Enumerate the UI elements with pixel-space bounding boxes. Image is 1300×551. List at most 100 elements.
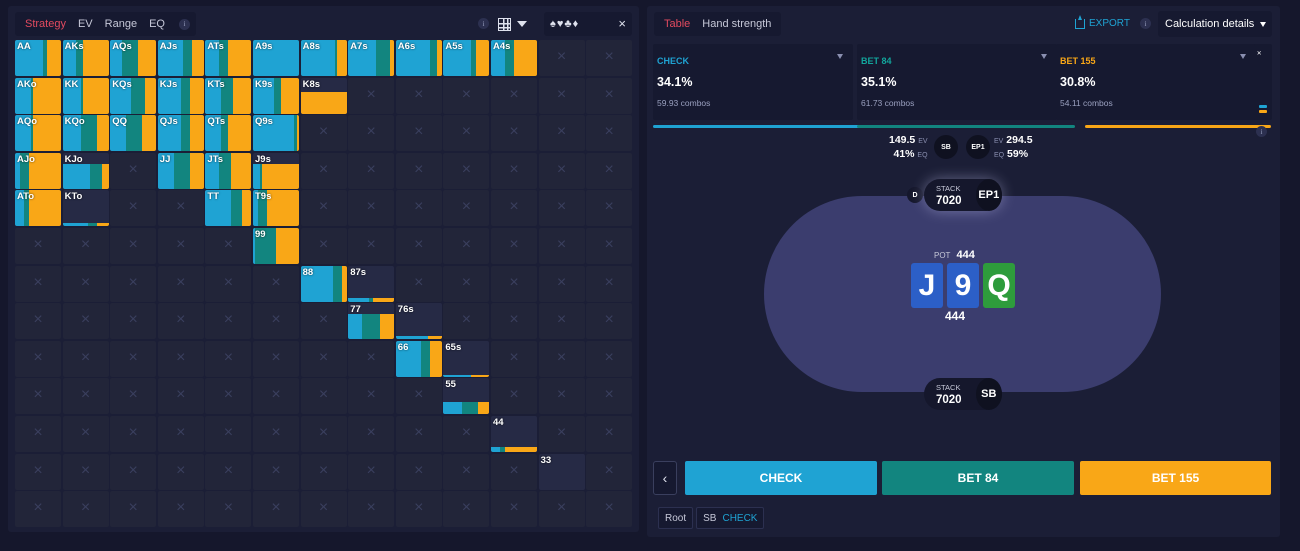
hand-cell[interactable]: 66: [395, 340, 442, 377]
info-icon[interactable]: i: [1256, 126, 1267, 137]
empty-hand-cell[interactable]: [395, 491, 442, 528]
empty-hand-cell[interactable]: [395, 378, 442, 415]
empty-hand-cell[interactable]: [15, 265, 61, 302]
empty-hand-cell[interactable]: [205, 228, 252, 264]
hand-cell[interactable]: JTs: [205, 152, 252, 189]
empty-hand-cell[interactable]: [110, 378, 157, 415]
empty-hand-cell[interactable]: [300, 416, 347, 452]
empty-hand-cell[interactable]: [538, 303, 585, 340]
empty-hand-cell[interactable]: [443, 265, 490, 302]
empty-hand-cell[interactable]: [348, 378, 395, 415]
hand-cell[interactable]: AKs: [62, 40, 109, 76]
empty-hand-cell[interactable]: [395, 265, 442, 302]
hand-cell[interactable]: 99: [253, 228, 299, 264]
hand-cell[interactable]: A9s: [253, 40, 299, 76]
empty-hand-cell[interactable]: [586, 265, 633, 302]
empty-hand-cell[interactable]: [157, 378, 204, 415]
empty-hand-cell[interactable]: [348, 416, 395, 452]
empty-hand-cell[interactable]: [586, 40, 633, 76]
previous-button[interactable]: ‹: [653, 461, 677, 495]
empty-hand-cell[interactable]: [538, 190, 585, 227]
spade-icon[interactable]: ♠: [550, 18, 556, 30]
empty-hand-cell[interactable]: [538, 115, 585, 152]
filter-icon[interactable]: [1041, 54, 1047, 59]
empty-hand-cell[interactable]: [15, 228, 61, 264]
empty-hand-cell[interactable]: [348, 152, 395, 189]
hand-cell[interactable]: 76s: [395, 303, 442, 340]
empty-hand-cell[interactable]: [110, 303, 157, 340]
hand-cell[interactable]: AKo: [15, 77, 61, 114]
empty-hand-cell[interactable]: [62, 378, 109, 415]
hand-cell[interactable]: 33: [538, 453, 585, 490]
empty-hand-cell[interactable]: [62, 265, 109, 302]
empty-hand-cell[interactable]: [300, 115, 347, 152]
empty-hand-cell[interactable]: [443, 416, 490, 452]
empty-hand-cell[interactable]: [443, 228, 490, 264]
hand-cell[interactable]: KK: [62, 77, 109, 114]
empty-hand-cell[interactable]: [538, 265, 585, 302]
empty-hand-cell[interactable]: [395, 77, 442, 114]
empty-hand-cell[interactable]: [110, 416, 157, 452]
empty-hand-cell[interactable]: [110, 340, 157, 377]
hand-cell[interactable]: QJs: [157, 115, 204, 152]
empty-hand-cell[interactable]: [110, 228, 157, 264]
empty-hand-cell[interactable]: [538, 40, 585, 76]
empty-hand-cell[interactable]: [538, 378, 585, 415]
tab-hand-strength[interactable]: Hand strength: [696, 18, 777, 30]
empty-hand-cell[interactable]: [538, 491, 585, 528]
check-button[interactable]: CHECK: [685, 461, 877, 495]
hand-cell[interactable]: J9s: [253, 152, 299, 189]
export-button[interactable]: EXPORT i: [1075, 14, 1151, 29]
hand-cell[interactable]: A5s: [443, 40, 490, 76]
empty-hand-cell[interactable]: [491, 378, 537, 415]
empty-hand-cell[interactable]: [62, 491, 109, 528]
empty-hand-cell[interactable]: [253, 265, 299, 302]
hand-cell[interactable]: A6s: [395, 40, 442, 76]
empty-hand-cell[interactable]: [348, 453, 395, 490]
empty-hand-cell[interactable]: [586, 378, 633, 415]
empty-hand-cell[interactable]: [395, 152, 442, 189]
empty-hand-cell[interactable]: [538, 228, 585, 264]
hand-cell[interactable]: AA: [15, 40, 61, 76]
empty-hand-cell[interactable]: [253, 491, 299, 528]
bet-155-button[interactable]: BET 155: [1080, 461, 1271, 495]
empty-hand-cell[interactable]: [586, 152, 633, 189]
hand-cell[interactable]: KJo: [62, 152, 109, 189]
empty-hand-cell[interactable]: [15, 340, 61, 377]
empty-hand-cell[interactable]: [300, 190, 347, 227]
empty-hand-cell[interactable]: [205, 265, 252, 302]
empty-hand-cell[interactable]: [110, 491, 157, 528]
empty-hand-cell[interactable]: [443, 303, 490, 340]
hand-cell[interactable]: 55: [443, 378, 490, 415]
expand-icon[interactable]: ›‹: [1257, 48, 1261, 57]
empty-hand-cell[interactable]: [538, 152, 585, 189]
empty-hand-cell[interactable]: [300, 340, 347, 377]
calculation-details-dropdown[interactable]: Calculation details: [1158, 11, 1272, 37]
empty-hand-cell[interactable]: [586, 453, 633, 490]
empty-hand-cell[interactable]: [491, 115, 537, 152]
hand-cell[interactable]: ATs: [205, 40, 252, 76]
empty-hand-cell[interactable]: [205, 491, 252, 528]
empty-hand-cell[interactable]: [62, 453, 109, 490]
empty-hand-cell[interactable]: [443, 491, 490, 528]
empty-hand-cell[interactable]: [491, 303, 537, 340]
empty-hand-cell[interactable]: [15, 491, 61, 528]
empty-hand-cell[interactable]: [443, 115, 490, 152]
empty-hand-cell[interactable]: [15, 303, 61, 340]
empty-hand-cell[interactable]: [348, 340, 395, 377]
empty-hand-cell[interactable]: [300, 152, 347, 189]
empty-hand-cell[interactable]: [157, 453, 204, 490]
empty-hand-cell[interactable]: [348, 228, 395, 264]
empty-hand-cell[interactable]: [491, 152, 537, 189]
hand-cell[interactable]: T9s: [253, 190, 299, 227]
empty-hand-cell[interactable]: [15, 416, 61, 452]
empty-hand-cell[interactable]: [62, 303, 109, 340]
empty-hand-cell[interactable]: [110, 453, 157, 490]
hand-cell[interactable]: JJ: [157, 152, 204, 189]
filter-icon[interactable]: [1240, 54, 1246, 59]
hand-cell[interactable]: AJs: [157, 40, 204, 76]
info-icon[interactable]: i: [178, 18, 190, 30]
empty-hand-cell[interactable]: [395, 453, 442, 490]
empty-hand-cell[interactable]: [443, 453, 490, 490]
empty-hand-cell[interactable]: [205, 453, 252, 490]
